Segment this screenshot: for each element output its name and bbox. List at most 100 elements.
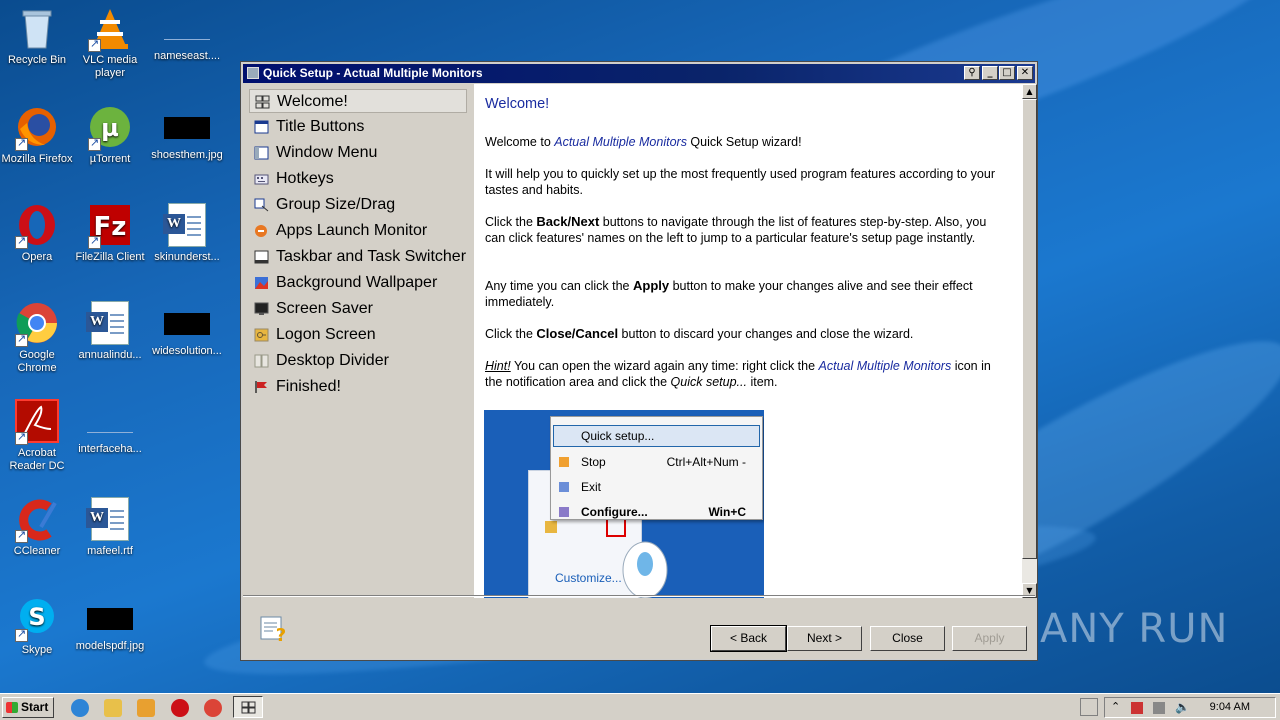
desktop-icon-skype[interactable]: S Skype: [0, 596, 74, 657]
menu-item-quick-setup: Quick setup...: [581, 429, 655, 443]
scroll-up-icon[interactable]: ▲: [1022, 84, 1037, 99]
desktop-icon-nameseast[interactable]: nameseast....: [150, 6, 224, 63]
apply-button[interactable]: Apply: [952, 626, 1027, 651]
menu-item-exit: Exit: [581, 480, 602, 494]
tray-menu-illustration: Customize... Quick setup... Stop Ctrl+Al…: [484, 410, 764, 598]
content-scrollbar[interactable]: ▲ ▼: [1022, 84, 1037, 598]
action-center-icon[interactable]: [1131, 702, 1143, 714]
show-desktop-icon[interactable]: [1080, 698, 1098, 716]
window-title: Quick Setup - Actual Multiple Monitors: [263, 66, 483, 80]
chrome-taskbar-icon[interactable]: [204, 699, 222, 717]
desktop-icon-recycle-bin[interactable]: Recycle Bin: [0, 6, 74, 67]
svg-text:S: S: [28, 603, 45, 631]
window-menu-icon: [254, 146, 269, 160]
grid-icon: [255, 95, 270, 109]
desktop-icon-annualindu[interactable]: W annualindu...: [73, 301, 147, 362]
exit-icon: [559, 482, 569, 492]
nav-item-background-wallpaper[interactable]: Background Wallpaper: [249, 271, 467, 295]
text-span: Click the: [485, 327, 537, 341]
clock[interactable]: 9:04 AM: [1210, 701, 1250, 713]
divider-icon: [254, 354, 269, 368]
menu-shortcut-stop: Ctrl+Alt+Num -: [666, 455, 746, 469]
desktop-icon-chrome[interactable]: Google Chrome: [0, 301, 74, 375]
pin-button[interactable]: ⚲: [964, 66, 980, 80]
app-icon: [247, 67, 259, 79]
media-player-icon[interactable]: [137, 699, 155, 717]
desktop-icon-filezilla[interactable]: Fz FileZilla Client: [73, 203, 147, 264]
nav-item-screen-saver[interactable]: Screen Saver: [249, 297, 467, 321]
desktop-icon-label: VLC media player: [82, 54, 138, 79]
nav-item-welcome[interactable]: Welcome!: [249, 89, 467, 113]
network-icon[interactable]: [1153, 702, 1165, 714]
desktop-icon-modelspdf[interactable]: modelspdf.jpg: [73, 596, 147, 653]
monitor-icon: [254, 302, 269, 315]
nav-item-finished[interactable]: Finished!: [249, 375, 467, 399]
desktop-icon-acrobat[interactable]: Acrobat Reader DC: [0, 399, 74, 473]
configure-icon: [559, 507, 569, 517]
menu-item-configure: Configure...: [581, 505, 648, 519]
internet-explorer-icon[interactable]: [71, 699, 89, 717]
start-button[interactable]: Start: [2, 697, 54, 718]
nav-item-logon-screen[interactable]: Logon Screen: [249, 323, 467, 347]
quick-setup-window[interactable]: Quick Setup - Actual Multiple Monitors ⚲…: [240, 61, 1038, 661]
hint-paragraph: Hint! You can open the wizard again any …: [485, 358, 1005, 390]
highlighted-tray-icon: [606, 517, 626, 537]
nav-item-taskbar[interactable]: Taskbar and Task Switcher: [249, 245, 467, 269]
nav-item-apps-launch-monitor[interactable]: Apps Launch Monitor: [249, 219, 467, 243]
nav-item-label: Desktop Divider: [276, 352, 389, 369]
feature-nav: Welcome! Title Buttons Window Menu Hotke…: [245, 84, 471, 598]
launch-icon: [255, 225, 267, 237]
taskbar: Start ⌃ 🔈 9:04 AM: [0, 693, 1280, 720]
desktop-icon-utorrent[interactable]: µ µTorrent: [73, 105, 147, 166]
wizard-button-bar: ? < Back Next > Close Apply: [243, 596, 1035, 656]
explorer-folder-icon[interactable]: [104, 699, 122, 717]
desktop-icon-label: Mozilla Firefox: [1, 153, 73, 165]
volume-icon[interactable]: 🔈: [1175, 700, 1190, 714]
nav-item-window-menu[interactable]: Window Menu: [249, 141, 467, 165]
close-window-button[interactable]: ✕: [1017, 66, 1033, 80]
menu-shortcut-configure: Win+C: [708, 505, 746, 519]
desktop-icon-vlc[interactable]: VLC media player: [73, 6, 147, 80]
nav-item-label: Welcome!: [277, 93, 348, 110]
desktop-icon-ccleaner[interactable]: CCleaner: [0, 497, 74, 558]
desktop-icon-opera[interactable]: Opera: [0, 203, 74, 264]
menu-item-stop: Stop: [581, 455, 606, 469]
nav-item-title-buttons[interactable]: Title Buttons: [249, 115, 467, 139]
finish-flag-icon: [255, 381, 267, 393]
desktop-icon-label: mafeel.rtf: [87, 545, 133, 557]
pause-icon: [559, 457, 569, 467]
nav-item-desktop-divider[interactable]: Desktop Divider: [249, 349, 467, 373]
desktop-icon-firefox[interactable]: Mozilla Firefox: [0, 105, 74, 166]
tray-app-icon: [545, 521, 557, 533]
desktop-icon-shoesthem[interactable]: shoesthem.jpg: [150, 105, 224, 162]
quick-setup-taskbar-button[interactable]: [233, 696, 263, 718]
desktop-icon-label: Opera: [21, 251, 53, 263]
nav-item-hotkeys[interactable]: Hotkeys: [249, 167, 467, 191]
opera-taskbar-icon[interactable]: [171, 699, 189, 717]
desktop-icon-interfaceha[interactable]: interfaceha...: [73, 399, 147, 456]
text-span: item.: [746, 375, 778, 389]
window-titlebar[interactable]: Quick Setup - Actual Multiple Monitors ⚲…: [243, 64, 1035, 83]
close-button[interactable]: Close: [870, 626, 945, 651]
app-name-text: Actual Multiple Monitors: [818, 359, 952, 373]
desktop-icon-skinunderst[interactable]: W skinunderst...: [150, 203, 224, 264]
desktop-icon-label: Skype: [21, 644, 53, 656]
anyrun-watermark: ANY RUN: [1040, 606, 1229, 652]
help-icon[interactable]: ?: [259, 615, 289, 643]
minimize-button[interactable]: _: [982, 66, 998, 80]
svg-text:?: ?: [276, 625, 286, 643]
scroll-thumb[interactable]: [1022, 99, 1037, 559]
nav-item-group-size-drag[interactable]: Group Size/Drag: [249, 193, 467, 217]
desktop-icon-label: Acrobat Reader DC: [9, 447, 65, 472]
next-button[interactable]: Next >: [787, 626, 862, 651]
nav-item-label: Background Wallpaper: [276, 274, 438, 291]
maximize-button[interactable]: □: [999, 66, 1015, 80]
tray-expand-icon[interactable]: ⌃: [1111, 700, 1120, 713]
back-button[interactable]: < Back: [710, 625, 787, 652]
window-icon: [254, 120, 269, 134]
desktop-icon-widesolution[interactable]: widesolution...: [150, 301, 224, 358]
image-thumbnail-icon: [164, 117, 210, 139]
notification-area: ⌃ 🔈 9:04 AM: [1104, 697, 1276, 718]
word-document-icon: W: [86, 497, 129, 541]
desktop-icon-mafeel[interactable]: W mafeel.rtf: [73, 497, 147, 558]
